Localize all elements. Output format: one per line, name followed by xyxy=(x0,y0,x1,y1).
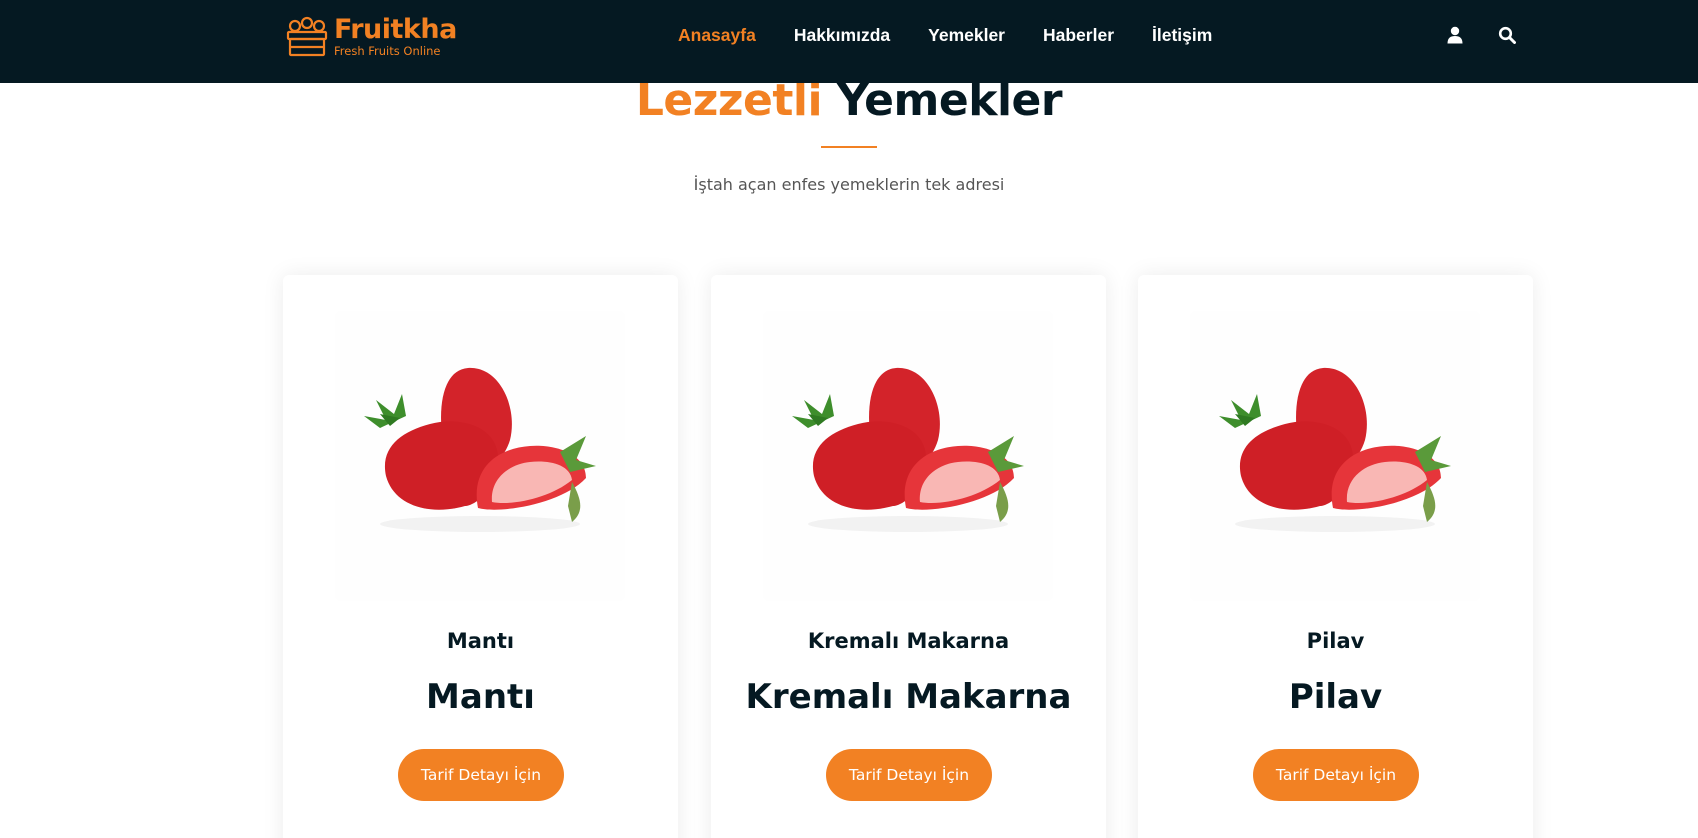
brand-tagline: Fresh Fruits Online xyxy=(334,44,441,59)
recipe-image[interactable] xyxy=(335,311,625,601)
recipe-card: Pilav Pilav Tarif Detayı İçin xyxy=(1138,275,1533,838)
strawberries-image xyxy=(364,367,596,532)
recipe-subtitle: Pilav xyxy=(1306,629,1365,653)
strawberries-image xyxy=(792,367,1024,532)
user-icon[interactable] xyxy=(1446,26,1464,44)
recipe-detail-button[interactable]: Tarif Detayı İçin xyxy=(398,749,564,801)
strawberries-image xyxy=(1219,367,1451,532)
brand-logo[interactable]: Fruitkha Fresh Fruits Online xyxy=(285,16,457,58)
nav-link-recipes[interactable]: Yemekler xyxy=(928,24,1005,46)
recipe-detail-button[interactable]: Tarif Detayı İçin xyxy=(826,749,992,801)
recipe-title: Pilav xyxy=(1288,677,1383,717)
recipe-image[interactable] xyxy=(763,311,1053,601)
brand-name: Fruitkha xyxy=(334,14,457,46)
recipe-image[interactable] xyxy=(1190,311,1480,601)
recipe-title: Kremalı Makarna xyxy=(745,677,1072,717)
nav-link-about[interactable]: Hakkımızda xyxy=(794,24,890,46)
recipe-subtitle: Mantı xyxy=(446,629,515,653)
site-header: Fruitkha Fresh Fruits Online Anasayfa Ha… xyxy=(0,0,1698,83)
recipe-subtitle: Kremalı Makarna xyxy=(807,629,1010,653)
section-heading: Lezzetli Yemekler İştah açan enfes yemek… xyxy=(0,74,1698,194)
nav-link-home[interactable]: Anasayfa xyxy=(678,24,756,46)
main-nav: Anasayfa Hakkımızda Yemekler Haberler İl… xyxy=(678,24,1250,46)
section-subtitle: İştah açan enfes yemeklerin tek adresi xyxy=(693,175,1005,194)
title-underline xyxy=(821,146,877,148)
nav-link-news[interactable]: Haberler xyxy=(1043,24,1114,46)
search-icon[interactable] xyxy=(1498,26,1516,44)
header-actions xyxy=(1446,26,1516,44)
recipe-card: Kremalı Makarna Kremalı Makarna Tarif De… xyxy=(711,275,1106,838)
nav-link-contact[interactable]: İletişim xyxy=(1152,24,1212,46)
recipe-card: Mantı Mantı Tarif Detayı İçin xyxy=(283,275,678,838)
recipe-title: Mantı xyxy=(426,677,535,717)
fruit-basket-icon xyxy=(286,16,328,57)
recipe-detail-button[interactable]: Tarif Detayı İçin xyxy=(1253,749,1419,801)
